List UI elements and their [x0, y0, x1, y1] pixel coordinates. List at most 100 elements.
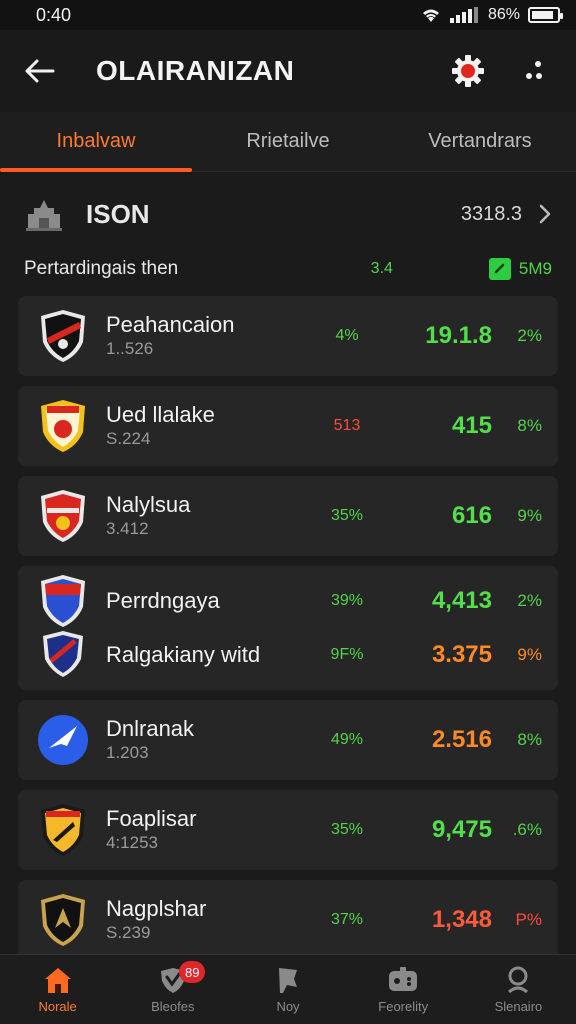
- section-value: 3318.3: [460, 202, 522, 225]
- team-percent: 513: [333, 417, 361, 434]
- team-name: Perrdngaya: [106, 588, 220, 613]
- team-list: Peahancaion 1..526 4% 19.1.8 2% Ued llal…: [18, 296, 558, 970]
- battery-icon: [528, 7, 563, 23]
- team-subtitle: S.239: [106, 923, 151, 942]
- nav-item-home[interactable]: Norale: [0, 955, 115, 1024]
- list-item[interactable]: Nalylsua 3.412 35% 616 9%: [18, 476, 558, 556]
- list-item[interactable]: Peahancaion 1..526 4% 19.1.8 2%: [18, 296, 558, 376]
- team-percent: 39%: [330, 592, 364, 609]
- team-logo-icon: [36, 399, 90, 453]
- team-subtitle: 1..526: [106, 339, 154, 358]
- team-logo-icon: [36, 713, 90, 767]
- team-change: .6%: [512, 820, 542, 839]
- summary-percent: 3.4: [370, 260, 393, 277]
- battery-percent: 86%: [487, 6, 520, 23]
- list-item[interactable]: Nagplshar S.239 37% 1,348 P%: [18, 880, 558, 960]
- team-name: Ued llalake: [106, 402, 215, 427]
- battery-level: [532, 11, 553, 19]
- tab-inbalvaw[interactable]: Inbalvaw: [0, 112, 192, 172]
- list-item[interactable]: Perrdngaya 39% 4,413 2%: [36, 574, 542, 628]
- arrow-left-icon: [25, 59, 55, 83]
- nav-label: Feorelity: [378, 999, 429, 1014]
- status-icons: 86%: [420, 6, 563, 24]
- team-logo-icon: [36, 489, 90, 543]
- team-name: Nalylsua: [106, 492, 191, 517]
- team-change: 9%: [517, 506, 542, 525]
- team-subtitle: 3.412: [106, 519, 149, 538]
- team-percent: 35%: [330, 507, 364, 524]
- team-name: Nagplshar: [106, 896, 207, 921]
- app-bar: OLAIRANIZAN: [0, 30, 576, 112]
- team-subtitle: S.224: [106, 429, 151, 448]
- team-subtitle: 4:1253: [106, 833, 158, 852]
- notification-badge: 89: [179, 961, 206, 983]
- list-item-group: Perrdngaya 39% 4,413 2% Ralgakiany witd …: [18, 566, 558, 690]
- team-change: P%: [515, 910, 542, 929]
- team-name: Ralgakiany witd: [106, 642, 261, 667]
- summary-change: 5M9: [518, 259, 552, 278]
- team-percent: 35%: [330, 821, 364, 838]
- summary-row: Pertardingais then 3.4 5M9: [24, 252, 552, 286]
- nav-label: Slenairo: [494, 999, 543, 1014]
- section-title: ISON: [86, 198, 150, 229]
- team-logo-icon: [36, 574, 90, 628]
- home-icon: [44, 968, 71, 993]
- nav-item-noy[interactable]: Noy: [230, 955, 345, 1024]
- bottom-navigation: Norale 89 Bleofes Noy Feorelity Slenairo: [0, 954, 576, 1024]
- list-item[interactable]: Ued llalake S.224 513 415 8%: [18, 386, 558, 466]
- signal-icon: [449, 7, 478, 23]
- section-header[interactable]: ISON 3318.3: [24, 186, 552, 242]
- team-name: Dnlranak: [106, 716, 195, 741]
- team-score: 1,348: [431, 906, 492, 933]
- nav-item-slenairo[interactable]: Slenairo: [461, 955, 576, 1024]
- nav-item-feorelity[interactable]: Feorelity: [346, 955, 461, 1024]
- team-logo-icon: [36, 893, 90, 947]
- stadium-icon: [24, 194, 64, 234]
- team-score: 415: [451, 412, 492, 439]
- gear-icon: [452, 55, 484, 87]
- team-change: 8%: [517, 416, 542, 435]
- team-name: Foaplisar: [106, 806, 197, 831]
- back-button[interactable]: [20, 51, 60, 91]
- team-logo-icon: [36, 803, 90, 857]
- settings-button[interactable]: [446, 49, 490, 93]
- team-percent: 37%: [330, 911, 364, 928]
- list-item[interactable]: Ralgakiany witd 9F% 3.375 9%: [36, 628, 542, 682]
- check-badge-icon: [488, 258, 511, 280]
- nav-label: Norale: [38, 999, 77, 1014]
- team-logo-icon: [36, 309, 90, 363]
- wifi-icon: [422, 9, 439, 22]
- team-change: 2%: [517, 326, 542, 345]
- status-time: 0:40: [36, 4, 72, 25]
- nav-item-bleofes[interactable]: 89 Bleofes: [115, 955, 230, 1024]
- tab-vertandrars[interactable]: Vertandrars: [384, 112, 576, 171]
- nav-label: Noy: [276, 999, 300, 1014]
- more-dots-icon: [526, 61, 542, 79]
- search-icon: [508, 966, 529, 994]
- tab-bar: Inbalvaw Rrietailve Vertandrars: [0, 112, 576, 172]
- more-button[interactable]: [512, 49, 556, 93]
- nav-label: Bleofes: [151, 999, 195, 1014]
- flag-icon: [279, 968, 297, 993]
- gamepad-icon: [389, 967, 418, 991]
- page-title: OLAIRANIZAN: [96, 55, 295, 86]
- team-score: 4,413: [431, 587, 492, 614]
- team-change: 8%: [517, 730, 542, 749]
- team-score: 19.1.8: [425, 322, 492, 349]
- team-change: 2%: [517, 591, 542, 610]
- team-percent: 49%: [330, 731, 364, 748]
- team-score: 2.516: [431, 726, 492, 753]
- team-score: 9,475: [431, 816, 492, 843]
- team-score: 616: [451, 502, 492, 529]
- team-name: Peahancaion: [106, 312, 235, 337]
- tab-rrietailve[interactable]: Rrietailve: [192, 112, 384, 171]
- team-percent: 9F%: [330, 646, 364, 663]
- list-item[interactable]: Foaplisar 4:1253 35% 9,475 .6%: [18, 790, 558, 870]
- team-subtitle: 1.203: [106, 743, 149, 762]
- chevron-right-icon: [539, 204, 551, 224]
- status-bar: 0:40 86%: [0, 0, 576, 30]
- summary-label: Pertardingais then: [24, 258, 179, 279]
- list-item[interactable]: Dnlranak 1.203 49% 2.516 8%: [18, 700, 558, 780]
- team-percent: 4%: [335, 327, 359, 344]
- team-change: 9%: [517, 645, 542, 664]
